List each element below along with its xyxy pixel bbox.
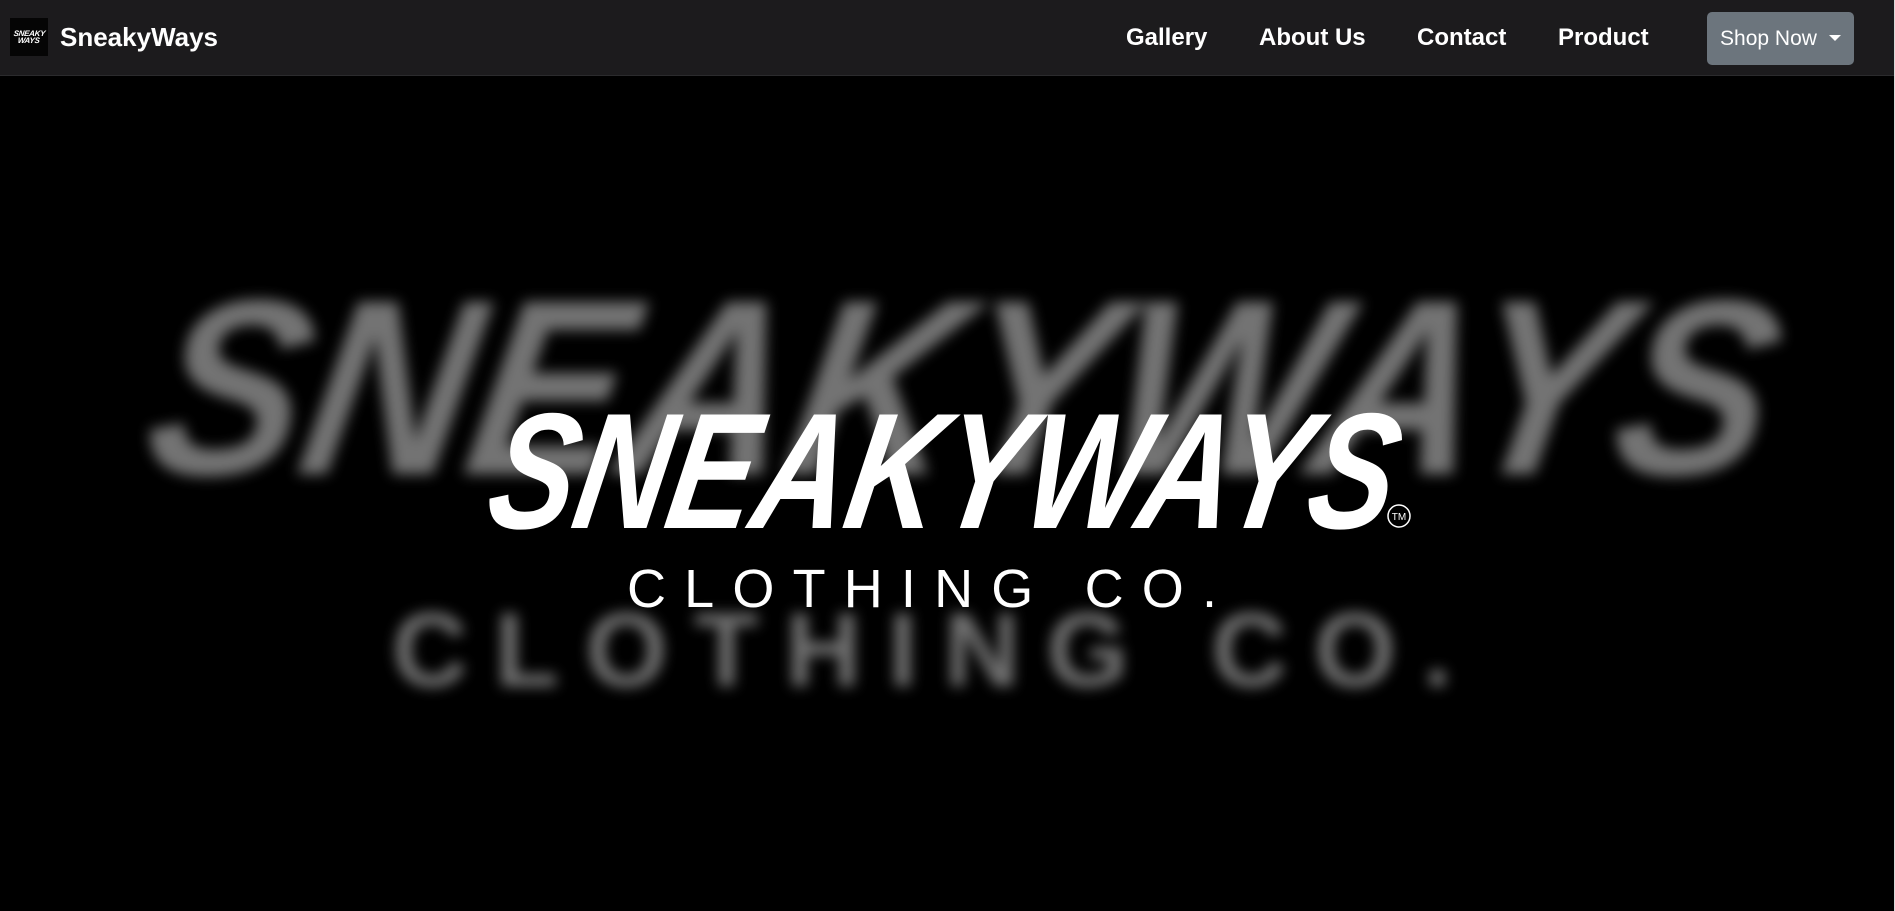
nav-link-gallery[interactable]: Gallery (1126, 22, 1207, 54)
navbar: SNEAKY WAYS SneakyWays Gallery About Us … (0, 0, 1895, 76)
shop-now-dropdown-button[interactable]: Shop Now (1707, 12, 1854, 65)
nav-link-about-us[interactable]: About Us (1259, 22, 1366, 54)
nav-links: Gallery About Us Contact Product (0, 22, 1895, 54)
nav-link-product[interactable]: Product (1558, 22, 1649, 54)
hero-logo-main: SNEAKYWAYS (477, 379, 1415, 564)
nav-link-contact[interactable]: Contact (1417, 22, 1506, 54)
page: SNEAKY WAYS SneakyWays Gallery About Us … (0, 0, 1895, 911)
hero-logo: SNEAKYWAYS TM CLOTHING CO. (477, 379, 1415, 619)
hero-logo-tm: TM (1392, 512, 1406, 523)
shop-now-label: Shop Now (1720, 26, 1817, 50)
hero-logo-sub: CLOTHING CO. (627, 559, 1217, 619)
hero-banner: SNEAKYWAYS CLOTHING CO. SNEAKYWAYS TM CL… (0, 76, 1895, 911)
caret-down-icon (1828, 34, 1841, 41)
